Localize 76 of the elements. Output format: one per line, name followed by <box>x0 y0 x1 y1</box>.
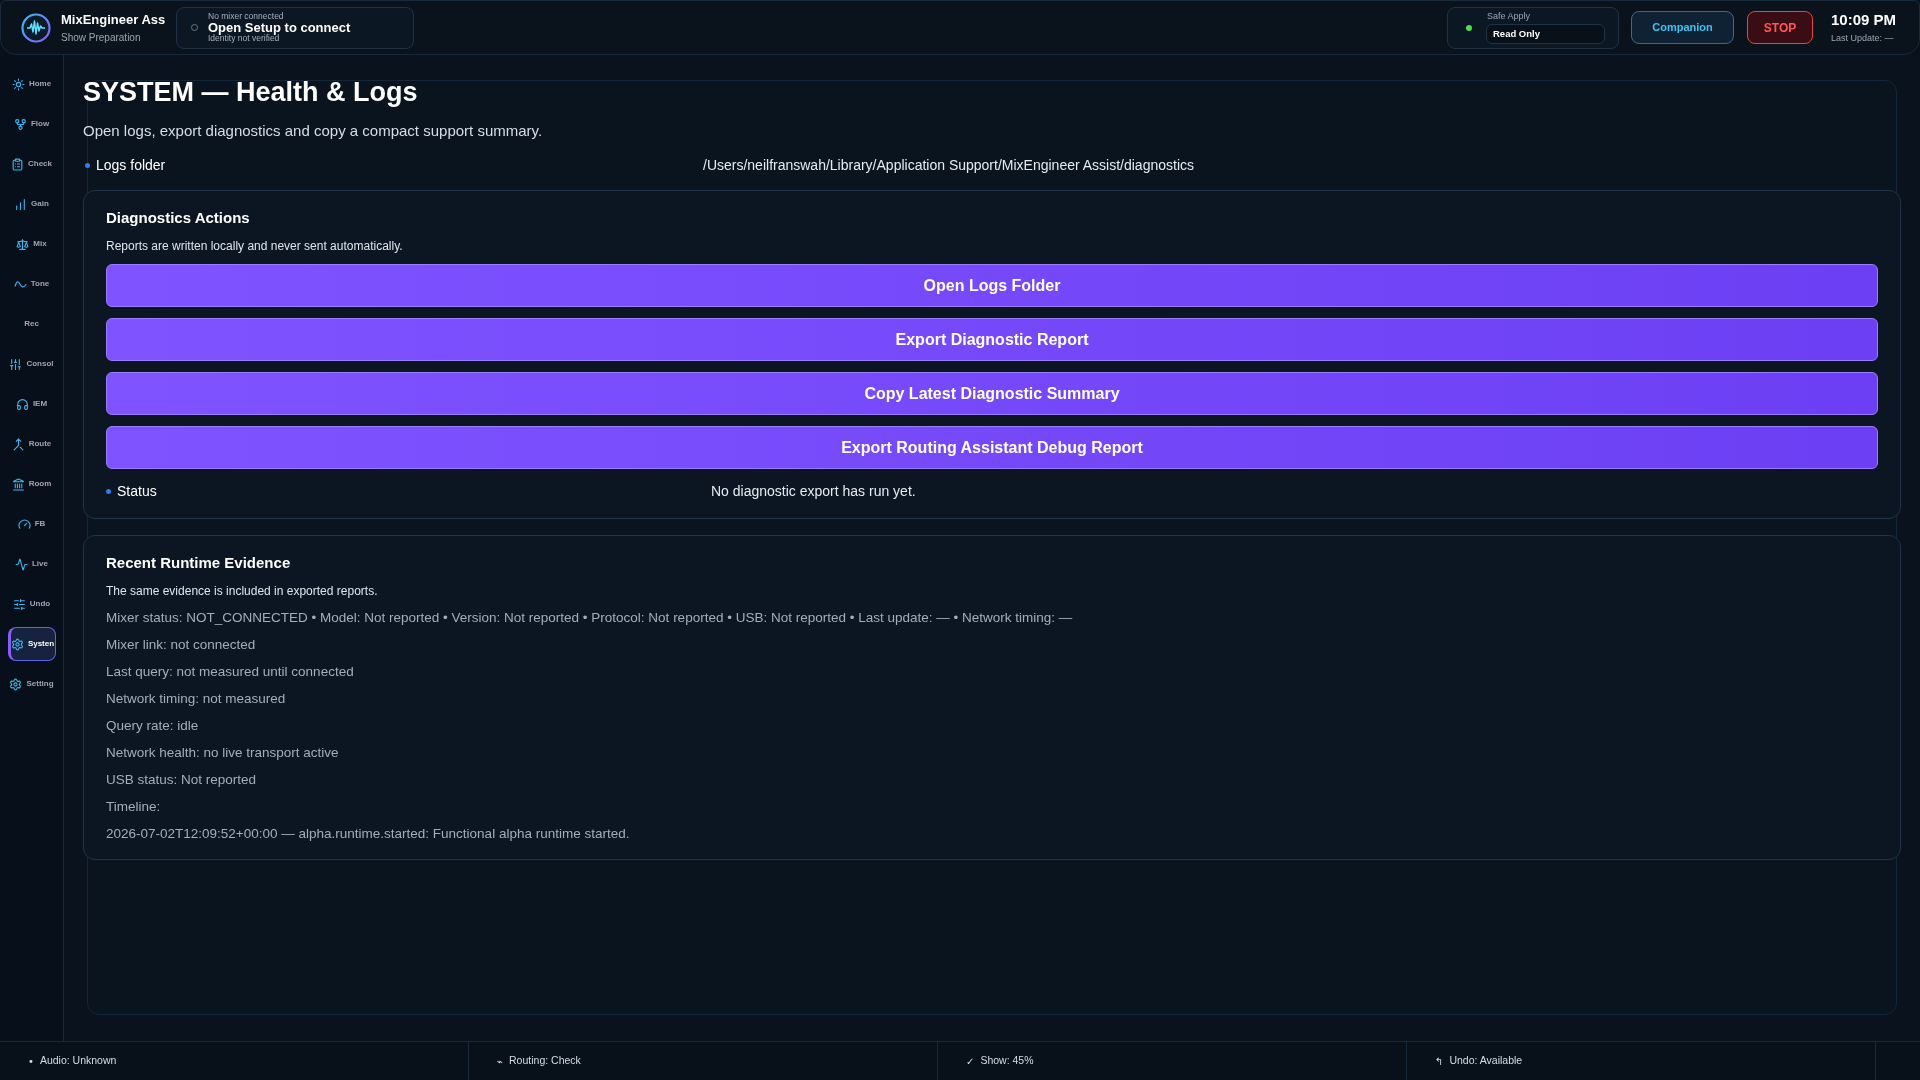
waveform-logo-icon <box>21 12 51 43</box>
card-note: Reports are written locally and never sent automatically. <box>106 238 404 254</box>
sidebar-item[interactable]: Undo <box>7 587 56 621</box>
sidebar-item[interactable]: FB <box>7 507 56 541</box>
app-title: MixEngineer Ass <box>61 11 165 28</box>
sidebar-item[interactable]: Room <box>7 467 56 501</box>
scale-icon <box>16 237 30 251</box>
bullet-icon <box>106 488 111 494</box>
sidebar-item[interactable]: Route <box>7 427 56 461</box>
evidence-line: Timeline: <box>106 798 162 816</box>
merge-arrow-icon <box>11 437 25 451</box>
connection-label: No mixer connected <box>208 12 284 21</box>
evidence-line: Query rate: idle <box>106 717 200 735</box>
sidebar-item[interactable]: Gain <box>7 187 56 221</box>
card-title: Recent Runtime Evidence <box>106 553 292 573</box>
stop-button[interactable]: STOP <box>1747 11 1813 44</box>
sidebar-item[interactable]: Consol <box>7 347 56 381</box>
bullet-icon <box>85 162 90 168</box>
evidence-line: 2026-07-02T12:09:52+00:00 — alpha.runtime.started: Functional alpha runtime started. <box>106 825 631 843</box>
sidebar-item[interactable]: Home <box>7 67 56 101</box>
evidence-line: Last query: not measured until connected <box>106 663 355 681</box>
sidebar-item[interactable]: Live <box>7 547 56 581</box>
app-subtitle: Show Preparation <box>61 30 142 44</box>
status-text: Undo: Available <box>1449 1053 1523 1069</box>
pulse-icon <box>15 557 28 571</box>
card-title: Diagnostics Actions <box>106 208 251 228</box>
page-description: Open logs, export diagnostics and copy a compact support summary. <box>83 121 544 141</box>
sidebar-item[interactable]: Tone <box>7 267 56 301</box>
clipboard-icon <box>11 157 24 171</box>
action-button[interactable]: Export Routing Assistant Debug Report <box>106 426 1878 469</box>
node-graph-icon <box>13 117 27 131</box>
sidebar-item[interactable]: Rec <box>7 307 56 341</box>
connection-detail: Identity not verified <box>208 34 280 43</box>
dot-icon: • <box>28 1053 34 1069</box>
connection-panel[interactable]: No mixer connected Open Setup to connect Identity not verified <box>176 6 414 49</box>
sidebar-item[interactable]: IEM <box>7 387 56 421</box>
turn-arrow-icon: ↰ <box>1435 1053 1444 1069</box>
status-text: Routing: Check <box>509 1053 581 1069</box>
sidebar-item[interactable]: Systen <box>7 627 56 661</box>
gear-icon <box>10 637 24 651</box>
logs-folder-path: /Users/neilfranswah/Library/Application Support/MixEngineer Assist/diagnostics <box>703 155 1194 175</box>
bars-icon <box>14 197 28 211</box>
status-label: Status <box>117 481 157 501</box>
logs-folder-label: Logs folder <box>96 155 166 175</box>
check-icon: ✓ <box>966 1053 975 1069</box>
action-button[interactable]: Copy Latest Diagnostic Summary <box>106 372 1878 415</box>
evidence-line: Network timing: not measured <box>106 690 287 708</box>
landmark-icon <box>11 477 25 491</box>
sidebar-item[interactable]: Check <box>7 147 56 181</box>
mode-select[interactable]: Read Only <box>1486 24 1605 44</box>
evidence-line: Network health: no live transport active <box>106 744 340 762</box>
sidebar-item[interactable]: Mix <box>7 227 56 261</box>
safe-apply-label: Safe Apply <box>1487 11 1532 22</box>
status-text: Show: 45% <box>980 1053 1034 1069</box>
status-value: No diagnostic export has run yet. <box>711 481 916 501</box>
evidence-line: Mixer link: not connected <box>106 636 257 654</box>
action-button[interactable]: Export Diagnostic Report <box>106 318 1878 361</box>
evidence-line: USB status: Not reported <box>106 771 258 789</box>
sidebar-item[interactable]: Flow <box>7 107 56 141</box>
squiggle-icon: ⌁ <box>497 1053 504 1069</box>
gauge-icon <box>17 517 31 531</box>
connection-title: Open Setup to connect <box>208 21 351 34</box>
companion-button[interactable]: Companion <box>1631 11 1734 44</box>
card-note: The same evidence is included in exported reports. <box>106 583 379 599</box>
page-title: SYSTEM — Health & Logs <box>83 76 419 108</box>
sidebar-item[interactable]: Setting <box>7 667 56 701</box>
evidence-line: Mixer status: NOT_CONNECTED • Model: Not reported • Version: Not reported • Protocol: Not reported • USB: Not reported • Last update: — • Network timing: — <box>106 609 1074 627</box>
last-update-text: Last Update: — <box>1831 32 1895 44</box>
sliders-icon <box>9 357 23 371</box>
status-text: Audio: Unknown <box>39 1053 117 1069</box>
clock-time: 10:09 PM <box>1831 11 1897 29</box>
sliders-icon <box>12 597 26 611</box>
action-button[interactable]: Open Logs Folder <box>106 264 1878 307</box>
sun-icon <box>11 77 25 91</box>
gear-icon <box>9 677 23 691</box>
headphones-icon <box>15 397 29 411</box>
